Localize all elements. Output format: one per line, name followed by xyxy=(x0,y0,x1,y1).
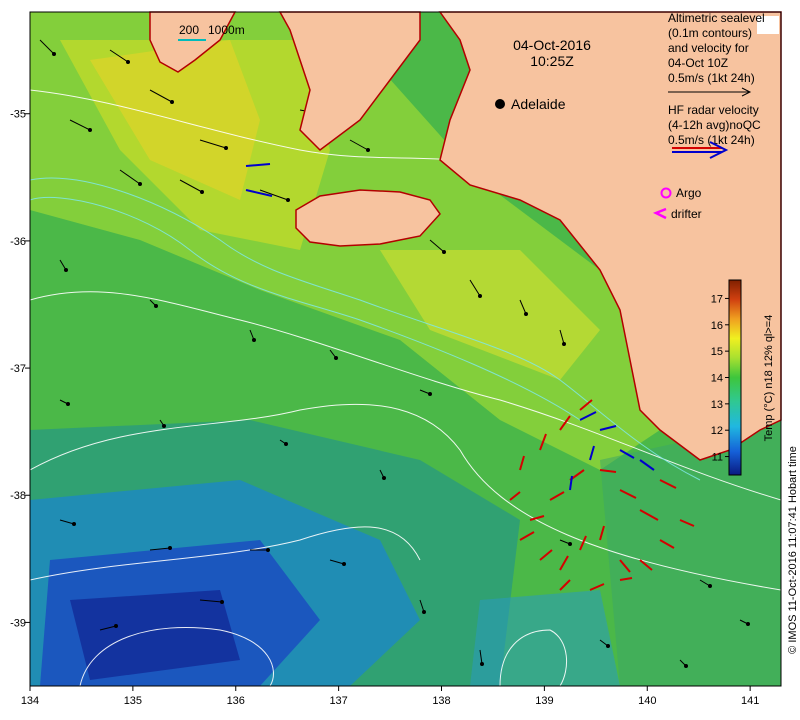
x-tick-label: 136 xyxy=(227,695,245,707)
colorbar-tick-label: 17 xyxy=(711,293,723,305)
x-tick-label: 141 xyxy=(741,695,759,707)
legend-altimetry-line-1: (0.1m contours) xyxy=(668,26,752,40)
legend-altimetry-line-4: 0.5m/s (1kt 24h) xyxy=(668,71,755,85)
y-tick-label: -38 xyxy=(10,490,26,502)
x-tick-label: 138 xyxy=(432,695,450,707)
scale-bar-label-b: 1000m xyxy=(208,23,245,37)
city-label: Adelaide xyxy=(511,96,566,112)
legend-altimetry-line-0: Altimetric sealevel xyxy=(668,11,765,25)
y-tick-label: -37 xyxy=(10,363,26,375)
y-axis-ticks: -35 -36 -37 -38 -39 xyxy=(10,109,30,629)
y-tick-label: -35 xyxy=(10,109,26,121)
legend-radar-line-1: (4-12h avg)noQC xyxy=(668,118,761,132)
legend-radar-line-0: HF radar velocity xyxy=(668,103,759,117)
scale-bar-label-a: 200 xyxy=(179,23,199,37)
colorbar-label: Temp (°C) n18 12% ql>=4 xyxy=(763,315,775,442)
colorbar-tick-label: 13 xyxy=(711,399,723,411)
city-marker xyxy=(495,99,505,109)
legend-argo-label: Argo xyxy=(676,186,702,200)
date-title: 04-Oct-2016 xyxy=(513,37,591,53)
colorbar-tick-label: 15 xyxy=(711,346,723,358)
colorbar-tick-label: 12 xyxy=(711,425,723,437)
legend-radar-line-2: 0.5m/s (1kt 24h) xyxy=(668,133,755,147)
x-tick-label: 134 xyxy=(21,695,39,707)
x-axis-ticks: 134 135 136 137 138 139 140 141 xyxy=(21,686,759,707)
legend-altimetry-line-3: 04-Oct 10Z xyxy=(668,56,728,70)
time-title: 10:25Z xyxy=(530,53,574,69)
colorbar-tick-label: 14 xyxy=(711,373,723,385)
y-tick-label: -39 xyxy=(10,617,26,629)
x-tick-label: 137 xyxy=(329,695,347,707)
x-tick-label: 140 xyxy=(638,695,656,707)
credit-text: © IMOS 11-Oct-2016 11:07:41 Hobart time xyxy=(787,446,799,654)
legend-altimetry-line-2: and velocity for xyxy=(668,41,749,55)
x-tick-label: 139 xyxy=(535,695,553,707)
legend-drifter-label: drifter xyxy=(671,207,702,221)
x-tick-label: 135 xyxy=(124,695,142,707)
colorbar-tick-label: 11 xyxy=(712,452,723,464)
sst-map: 134 135 136 137 138 139 140 141 -35 -36 -37 -38 -39… xyxy=(10,11,799,707)
colorbar-tick-label: 16 xyxy=(711,320,723,332)
y-tick-label: -36 xyxy=(10,236,26,248)
colorbar-ramp xyxy=(728,279,742,476)
